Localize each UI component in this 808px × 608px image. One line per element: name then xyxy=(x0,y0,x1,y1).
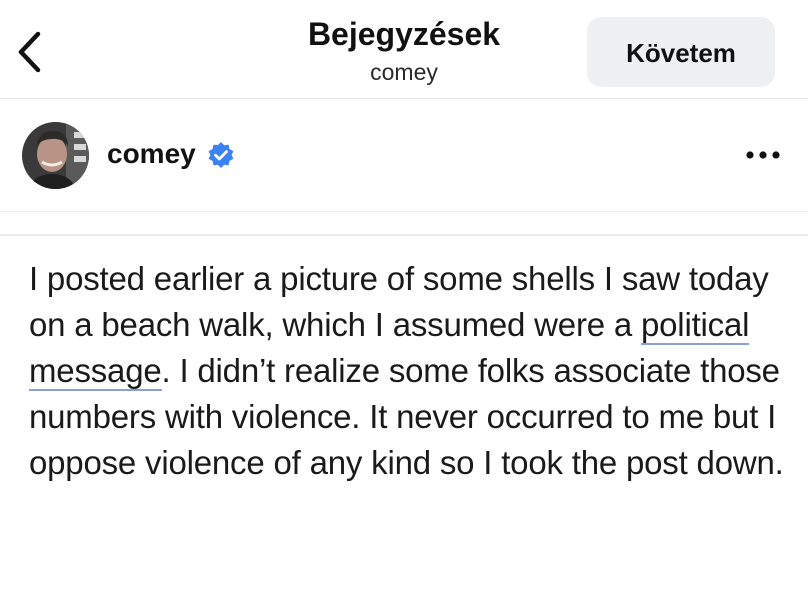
follow-button[interactable]: Követem xyxy=(587,17,775,87)
chevron-left-icon xyxy=(18,31,41,73)
avatar[interactable] xyxy=(22,122,89,189)
link-political[interactable]: political xyxy=(641,306,749,345)
page-title: Bejegyzések xyxy=(307,16,501,52)
more-options-button[interactable] xyxy=(742,139,784,171)
post-author-row: comey xyxy=(0,99,808,212)
more-horizontal-icon xyxy=(746,151,780,159)
verified-badge-icon xyxy=(208,142,234,168)
post-text: I posted earlier a picture of some shell… xyxy=(29,256,789,486)
page-subtitle: comey xyxy=(370,59,438,85)
avatar-image xyxy=(22,122,89,189)
back-button[interactable] xyxy=(10,26,50,78)
divider xyxy=(0,234,808,236)
author-name[interactable]: comey xyxy=(107,136,196,172)
link-message[interactable]: message xyxy=(29,352,162,391)
top-bar: Bejegyzések comey Követem xyxy=(0,0,808,99)
